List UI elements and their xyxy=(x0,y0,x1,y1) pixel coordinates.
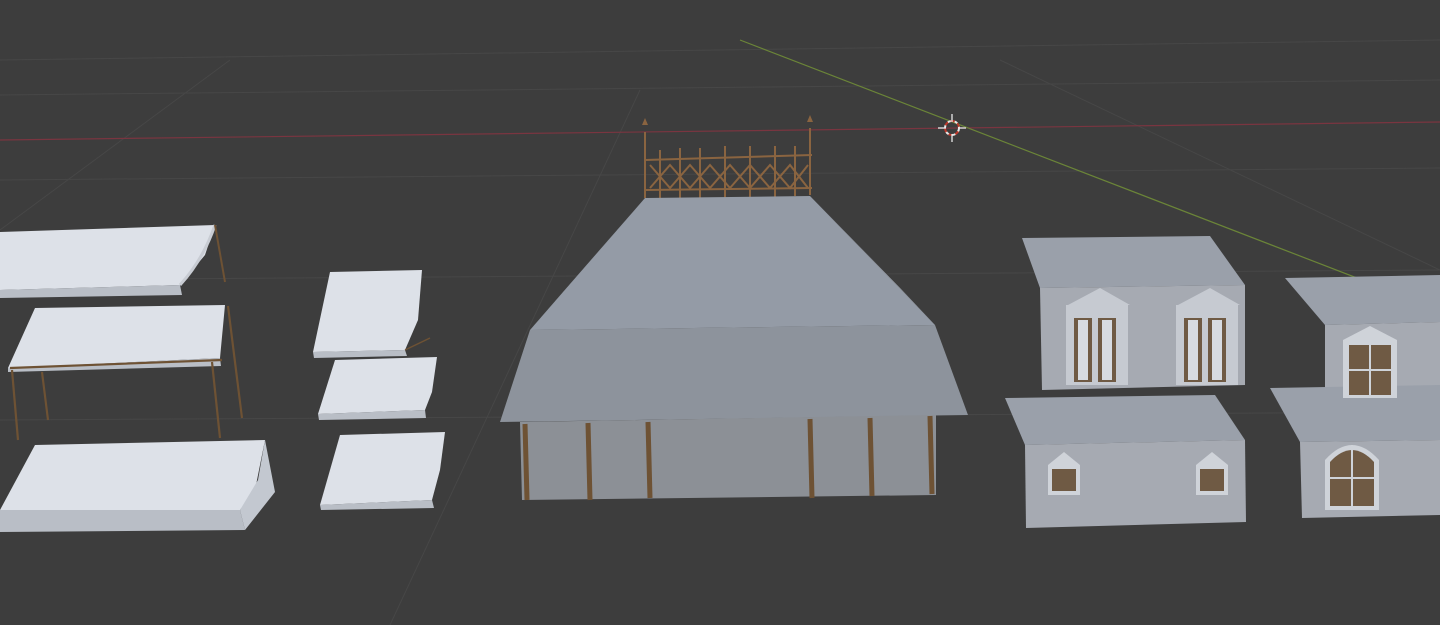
dormer-window-2 xyxy=(1176,288,1240,385)
upper-window xyxy=(1343,326,1397,398)
roof-railing xyxy=(644,128,813,198)
dormer-window-1 xyxy=(1066,288,1130,385)
scene-canvas[interactable] xyxy=(0,0,1440,625)
dormer-roof-small[interactable] xyxy=(1005,395,1246,528)
awning-small-3[interactable] xyxy=(320,432,445,510)
3d-viewport[interactable] xyxy=(0,0,1440,625)
mansard-roof-partial[interactable] xyxy=(1270,275,1440,518)
awning-small-2[interactable] xyxy=(318,357,437,420)
awning-small-1[interactable] xyxy=(313,270,431,358)
x-axis-line xyxy=(0,121,1440,141)
arched-window xyxy=(1325,445,1379,510)
awning-large-3[interactable] xyxy=(0,440,275,532)
dormer-roof-double[interactable] xyxy=(1022,236,1245,390)
awning-large-1[interactable] xyxy=(0,224,226,298)
